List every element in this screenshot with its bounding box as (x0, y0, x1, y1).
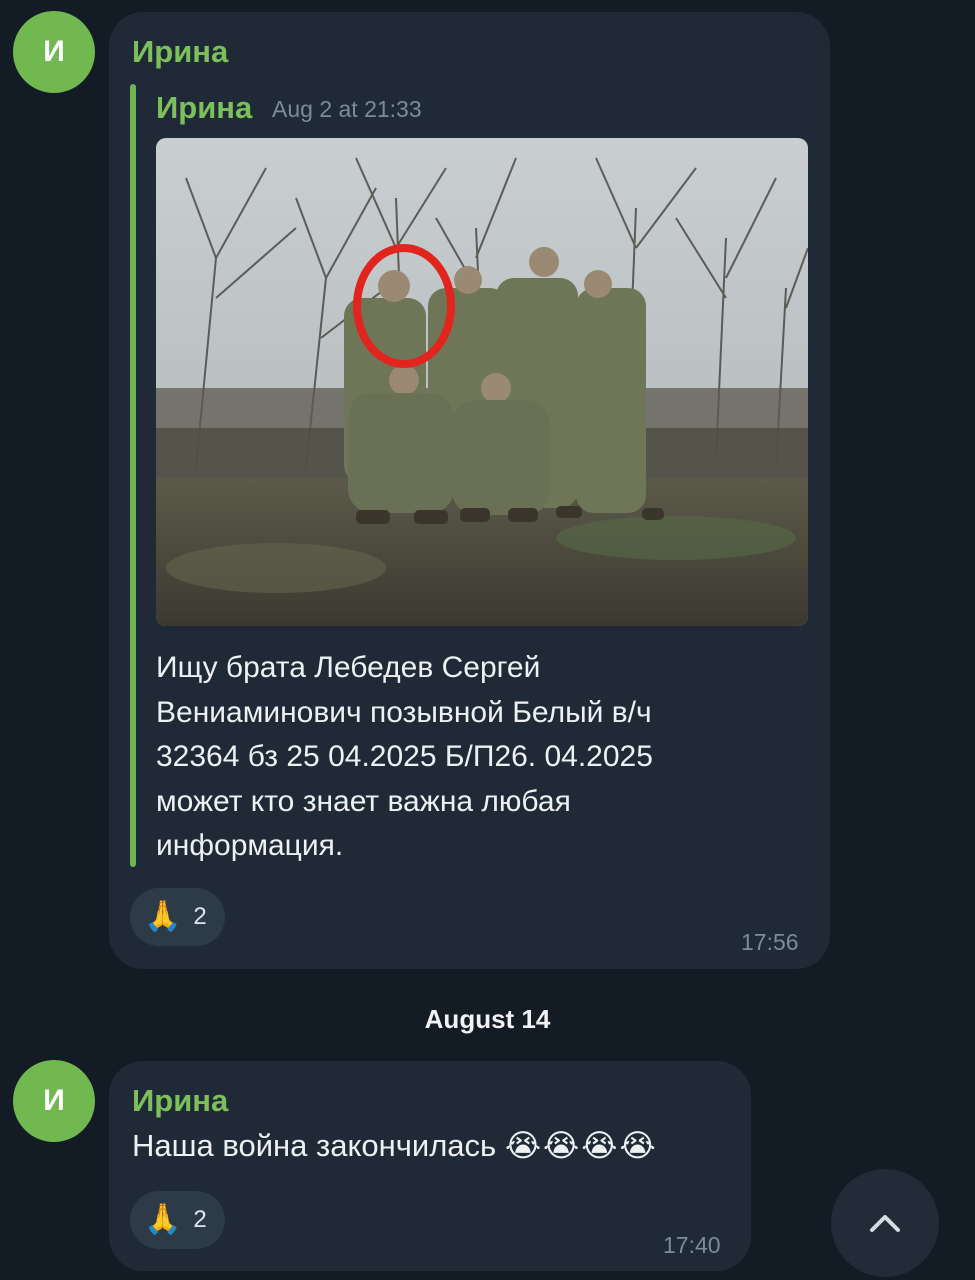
message-text: Наша война закончилась 😭😭😭😭 (132, 1128, 658, 1164)
message-bubble-forwarded[interactable]: Ирина Ирина Aug 2 at 21:33 Ищу брата Леб… (109, 12, 830, 969)
reaction-chip[interactable]: 🙏 2 (130, 888, 225, 946)
scroll-button[interactable] (831, 1169, 939, 1277)
avatar-letter: И (43, 1084, 65, 1117)
message-photo[interactable] (156, 138, 808, 626)
sender-name[interactable]: Ирина (132, 1083, 228, 1119)
forwarded-date: Aug 2 at 21:33 (272, 96, 422, 122)
reaction-chip[interactable]: 🙏 2 (130, 1191, 225, 1249)
message-text-body: Наша война закончилась (132, 1128, 497, 1163)
sender-avatar[interactable]: И (13, 11, 95, 93)
sender-avatar[interactable]: И (13, 1060, 95, 1142)
reaction-count: 2 (193, 1206, 207, 1233)
folded-hands-icon: 🙏 (144, 1203, 182, 1236)
message-time: 17:56 (741, 929, 799, 955)
date-separator: August 14 (424, 1004, 551, 1034)
chevron-up-icon (870, 1215, 900, 1232)
forward-quote-bar (130, 84, 136, 867)
forwarded-from-name[interactable]: Ирина (156, 90, 252, 126)
reaction-count: 2 (193, 903, 207, 930)
crying-face-icon: 😭😭😭😭 (504, 1128, 658, 1163)
sender-name[interactable]: Ирина (132, 34, 228, 70)
message-caption: Ищу брата Лебедев Сергей Вениаминович по… (156, 651, 653, 862)
avatar-letter: И (43, 35, 65, 68)
folded-hands-icon: 🙏 (144, 900, 182, 933)
message-time: 17:40 (663, 1232, 721, 1258)
message-bubble[interactable]: Ирина Наша война закончилась 😭😭😭😭 🙏 2 17… (109, 1061, 751, 1271)
